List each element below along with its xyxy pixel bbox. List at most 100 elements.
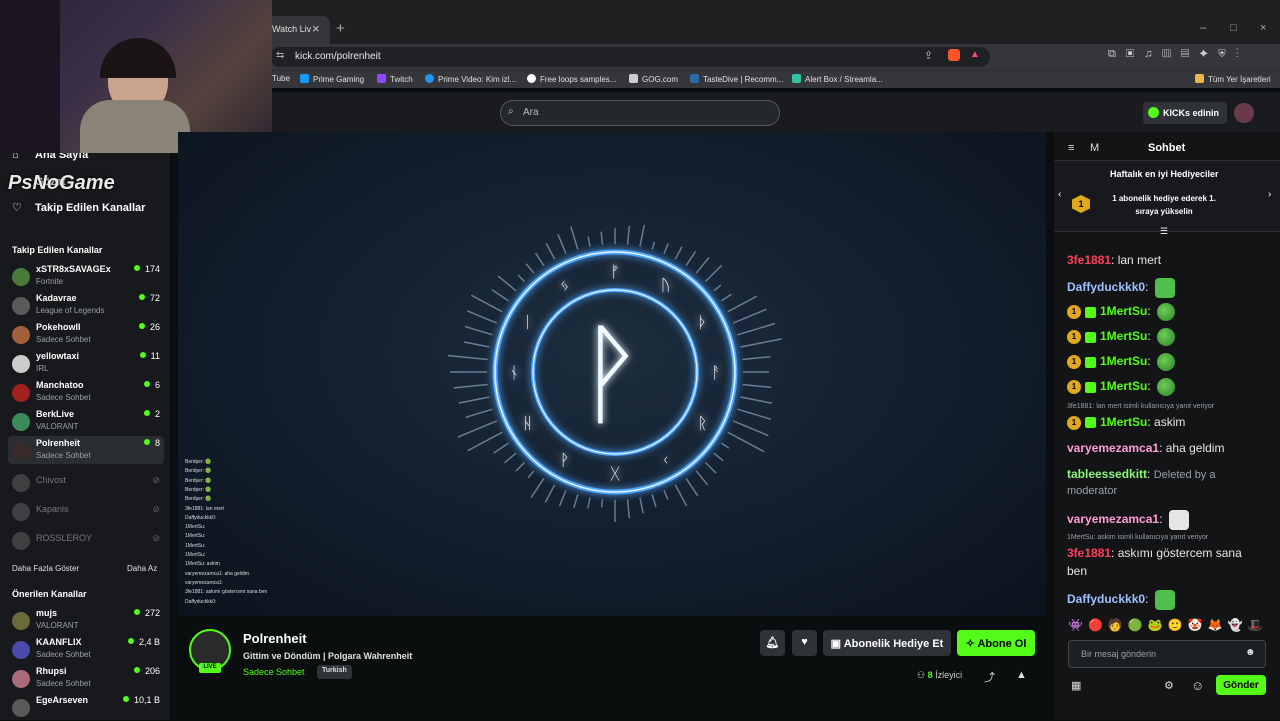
nav-following[interactable]: Takip Edilen Kanallar <box>35 202 145 214</box>
sidebar-channel[interactable]: yellowtaxi IRL 11 <box>8 349 164 377</box>
audio-bar <box>573 494 579 509</box>
kick-coin-icon <box>1148 107 1159 118</box>
webcam-overlay <box>0 0 272 153</box>
chat-username[interactable]: 1MertSu <box>1100 304 1147 318</box>
chat-username[interactable]: tableessedkitt <box>1067 467 1147 481</box>
follow-button[interactable]: ♥ <box>792 630 817 656</box>
viewer-count: 26 <box>139 322 160 332</box>
extensions-icons[interactable]: ⧉▣♫▥▤✦⛨⋮ <box>1108 48 1249 61</box>
share-icon[interactable]: ⤴ <box>984 669 995 685</box>
channel-category: Fortnite <box>36 277 64 286</box>
bookmark-gog[interactable]: GOG.com <box>629 74 678 84</box>
chat-username[interactable]: 3fe1881 <box>1067 253 1111 267</box>
channel-name: xSTR8xSAVAGEx <box>36 264 111 274</box>
all-bookmarks[interactable]: Tüm Yer İşaretleri <box>1195 74 1271 84</box>
chat-username[interactable]: varyemezamca1 <box>1067 512 1159 526</box>
audio-bar <box>639 224 645 247</box>
audio-bar <box>721 293 732 302</box>
sidebar-channel[interactable]: Manchatoo Sadece Sohbet 6 <box>8 378 164 406</box>
collapse-chat-icon[interactable]: ≡ <box>1068 142 1074 154</box>
audio-bar <box>463 341 490 348</box>
chat-username[interactable]: varyemezamca1 <box>1067 441 1159 455</box>
audio-bar <box>685 251 697 266</box>
kicks-button[interactable]: KICKs edinin <box>1143 102 1227 124</box>
channel-avatar <box>12 532 30 550</box>
settings-icon[interactable]: ⚙ <box>1164 679 1174 692</box>
chat-username[interactable]: Daffyduckkk0 <box>1067 280 1145 294</box>
sidebar-channel[interactable]: Rhupsi Sadece Sohbet 206 <box>8 664 164 692</box>
bookmark-prime-gaming[interactable]: Prime Gaming <box>300 74 364 84</box>
chat-mode-label[interactable]: M <box>1090 142 1099 154</box>
pinned-icon[interactable]: ☰ <box>1160 226 1168 237</box>
sidebar-channel[interactable]: Polrenheit Sadece Sohbet 8 <box>8 436 164 464</box>
bookmark-twitch[interactable]: Twitch <box>377 74 413 84</box>
sidebar-channel[interactable]: Pokehowll Sadece Sohbet 26 <box>8 320 164 348</box>
share-icon[interactable]: ⇪ <box>924 49 933 62</box>
emoji-icon[interactable]: ☻ <box>1245 647 1256 658</box>
sidebar-channel[interactable]: ROSSLEROY ⊘ <box>8 526 164 554</box>
audio-bar <box>600 231 604 245</box>
sidebar-channel[interactable]: xSTR8xSAVAGEx Fortnite 174 <box>8 262 164 290</box>
minimize-button[interactable]: – <box>1200 22 1206 34</box>
store-icon[interactable]: ▦ <box>1071 679 1081 692</box>
gift-sub-button[interactable]: ▣ Abonelik Hediye Et <box>823 630 951 656</box>
subscribe-button[interactable]: ✧ Abone Ol <box>957 630 1035 656</box>
audio-bar <box>727 431 765 453</box>
report-icon[interactable]: ▲ <box>1016 669 1027 681</box>
show-less-button[interactable]: Daha Az <box>127 564 157 573</box>
sidebar-channel[interactable]: KAANFLIX Sadece Sohbet 2,4 B <box>8 635 164 663</box>
video-player[interactable]: ᚠ ᚢ ᚦ ᚨ ᚱ ᚲ ᚷ ᚹ ᚺ ᚾ ᛁ ᛃ ᚹ <box>178 132 1046 616</box>
audio-bar <box>626 499 631 519</box>
chat-username[interactable]: 1MertSu <box>1100 415 1147 429</box>
chat-username[interactable]: 3fe1881 <box>1067 546 1111 560</box>
sidebar-channel[interactable]: mujs VALORANT 272 <box>8 606 164 634</box>
browser-tab[interactable]: Watch Liv × <box>264 16 330 44</box>
search-input[interactable] <box>500 100 780 126</box>
prev-arrow-icon[interactable]: ‹ <box>1058 189 1061 200</box>
audio-bar <box>493 442 509 454</box>
sidebar-channel[interactable]: EgeArseven 10,1 B <box>8 693 164 721</box>
site-info-icon[interactable]: ⇆ <box>276 50 284 61</box>
user-avatar[interactable] <box>1234 103 1254 123</box>
chat-message: 1 1MertSu: <box>1067 328 1176 346</box>
window-close-button[interactable]: × <box>1260 22 1266 34</box>
chat-username[interactable]: 1MertSu <box>1100 354 1147 368</box>
gifter-badge-icon: 1 <box>1067 380 1081 394</box>
sidebar-channel[interactable]: Kadavrae League of Legends 72 <box>8 291 164 319</box>
audio-bar <box>497 275 517 292</box>
language-tag[interactable]: Turkish <box>317 665 352 679</box>
bookmark-alert-box[interactable]: Alert Box / Streamla... <box>792 74 883 84</box>
new-tab-button[interactable]: + <box>336 20 345 37</box>
bookmark-prime-video[interactable]: Prime Video: Kim izl... <box>425 74 516 84</box>
close-icon[interactable]: × <box>312 21 320 36</box>
sidebar-channel[interactable]: Chivost ⊘ <box>8 468 164 496</box>
chat-username[interactable]: 1MertSu <box>1100 379 1147 393</box>
brave-shield-icon[interactable] <box>948 49 960 61</box>
bookmark-tastedive[interactable]: TasteDive | Recomm... <box>690 74 783 84</box>
sidebar-channel[interactable]: Kapanis ⊘ <box>8 497 164 525</box>
show-more-button[interactable]: Daha Fazla Göster <box>12 564 79 573</box>
streamer-name[interactable]: Polrenheit <box>243 631 307 646</box>
emote-picker-icon[interactable]: ☺ <box>1191 678 1204 693</box>
emote-bar[interactable]: 👾🔴🧑🟢🐸🙂🤡🦊👻🎩 <box>1068 618 1267 632</box>
overlay-chat-line: Daffyduckkk0: <box>185 514 217 521</box>
audio-bar <box>527 470 535 479</box>
channel-avatar <box>12 413 30 431</box>
chat-username[interactable]: Daffyduckkk0 <box>1067 592 1145 606</box>
sidebar-channel[interactable]: BerkLive VALORANT 2 <box>8 407 164 435</box>
next-arrow-icon[interactable]: › <box>1268 189 1271 200</box>
brave-rewards-icon[interactable]: ▲ <box>970 49 980 60</box>
send-button[interactable]: Gönder <box>1216 675 1266 695</box>
audio-bar <box>587 236 591 247</box>
chat-username[interactable]: 1MertSu <box>1100 329 1147 343</box>
notification-button[interactable]: 🔔︎ <box>760 630 785 656</box>
stream-category[interactable]: Sadece Sohbet <box>243 667 305 677</box>
bookmark-free-loops[interactable]: Free loops samples... <box>527 74 616 84</box>
maximize-button[interactable]: □ <box>1230 22 1237 34</box>
channel-avatar <box>12 442 30 460</box>
bookmark-youtube[interactable]: Tube <box>272 74 290 83</box>
channel-avatar <box>12 355 30 373</box>
channel-avatar <box>12 268 30 286</box>
chat-message: varyemezamca1: <box>1067 510 1189 530</box>
recommended-title: Önerilen Kanallar <box>12 589 87 599</box>
